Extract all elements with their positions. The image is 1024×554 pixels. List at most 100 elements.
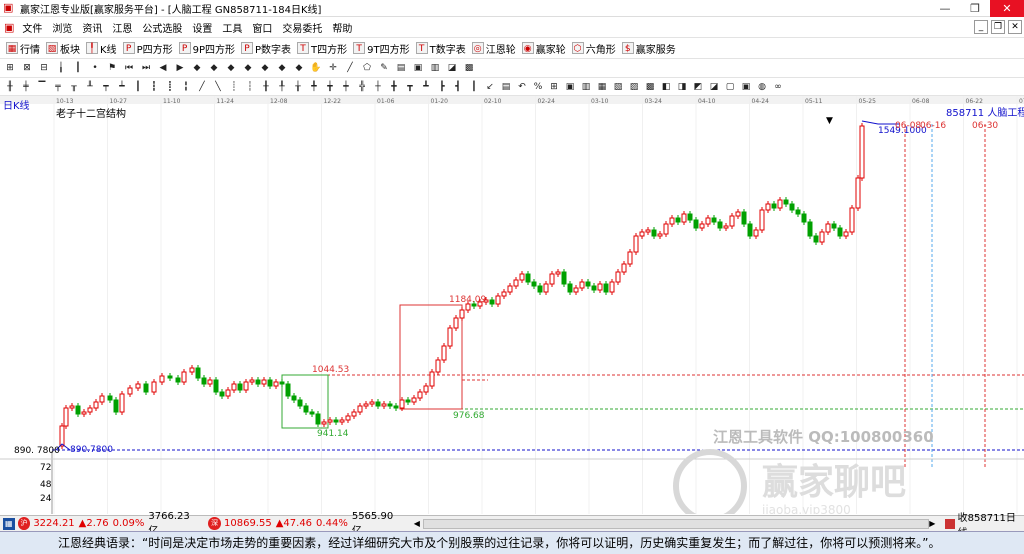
menu-info[interactable]: 资讯 (77, 20, 107, 35)
toolbar3-icon-30[interactable]: ┃ (468, 80, 480, 94)
cross-tool-icon[interactable]: ✛ (327, 61, 339, 75)
toolbar3-icon-16[interactable]: ┆ (244, 80, 256, 94)
toolbar3-icon-1[interactable]: ╫ (4, 80, 16, 94)
toolbar3-icon-18[interactable]: ╀ (276, 80, 288, 94)
toolbar3-icon-44[interactable]: ◩ (692, 80, 704, 94)
tool-winner-wheel[interactable]: ◉ 赢家轮 (521, 41, 566, 56)
toolbar3-icon-7[interactable]: ┯ (100, 80, 112, 94)
toolbar3-icon-21[interactable]: ╈ (324, 80, 336, 94)
menu-gann[interactable]: 江恩 (107, 20, 137, 35)
menu-window[interactable]: 窗口 (247, 20, 277, 35)
tool-sector[interactable]: ▧ 板块 (46, 41, 80, 56)
next-icon[interactable]: ⏭ (140, 61, 152, 75)
menu-browse[interactable]: 浏览 (47, 20, 77, 35)
diamond-tool-icon-3[interactable]: ◆ (225, 61, 237, 75)
toolbar3-icon-23[interactable]: ╬ (356, 80, 368, 94)
flag-tool-icon[interactable]: ⚑ (106, 61, 118, 75)
toolbar3-icon-19[interactable]: ╁ (292, 80, 304, 94)
dropdown-arrow-icon[interactable]: ▼ (826, 116, 833, 126)
toolbar3-icon-10[interactable]: ┇ (148, 80, 160, 94)
diamond-tool-icon-7[interactable]: ◆ (293, 61, 305, 75)
diamond-tool-icon-5[interactable]: ◆ (259, 61, 271, 75)
toolbar3-icon-37[interactable]: ▥ (580, 80, 592, 94)
hand-tool-icon[interactable]: ✋ (310, 61, 322, 75)
toolbar3-icon-15[interactable]: ┊ (228, 80, 240, 94)
dot-tool-icon[interactable]: • (89, 61, 101, 75)
color-icon[interactable]: ◪ (446, 61, 458, 75)
calc-tool-icon[interactable]: ⊟ (38, 61, 50, 75)
kline-chart[interactable]: 10-13 10-27 11-10 11-24 12-08 12-22 01-06 01-20… (0, 96, 1024, 523)
toolbar3-icon-39[interactable]: ▧ (612, 80, 624, 94)
toolbar3-icon-24[interactable]: ┼ (372, 80, 384, 94)
toolbar3-icon-46[interactable]: ▢ (724, 80, 736, 94)
menu-formula[interactable]: 公式选股 (137, 20, 187, 35)
toolbar3-icon-8[interactable]: ┷ (116, 80, 128, 94)
menu-file[interactable]: 文件 (17, 20, 47, 35)
right-icon[interactable]: ▶ (174, 61, 186, 75)
toolbar3-icon-9[interactable]: ┃ (132, 80, 144, 94)
tool-kline[interactable]: ╿ K线 (86, 41, 117, 56)
toolbar3-icon-27[interactable]: ┻ (420, 80, 432, 94)
tool-p-table[interactable]: P P数字表 (241, 41, 291, 56)
zoom-tool-icon[interactable]: ⊠ (21, 61, 33, 75)
toolbar3-icon-14[interactable]: ╲ (212, 80, 224, 94)
toolbar3-icon-38[interactable]: ▦ (596, 80, 608, 94)
toolbar3-icon-6[interactable]: ╨ (84, 80, 96, 94)
toolbar3-icon-13[interactable]: ╱ (196, 80, 208, 94)
toolbar3-icon-42[interactable]: ◧ (660, 80, 672, 94)
toolbar3-icon-43[interactable]: ◨ (676, 80, 688, 94)
mdi-restore-button[interactable]: ❐ (991, 20, 1005, 34)
toolbar3-icon-20[interactable]: ╇ (308, 80, 320, 94)
color-wheel-icon[interactable]: ◍ (756, 80, 768, 94)
tool-gann-wheel[interactable]: ◎ 江恩轮 (471, 41, 516, 56)
minimize-button[interactable]: — (930, 0, 960, 17)
tool-9t-square[interactable]: T 9T四方形 (353, 41, 410, 56)
toolbar3-icon-11[interactable]: ┋ (164, 80, 176, 94)
scroll-right-icon[interactable]: ▶ (929, 519, 939, 528)
line-tool-icon[interactable]: ╱ (344, 61, 356, 75)
mdi-close-button[interactable]: ✕ (1008, 20, 1022, 34)
toolbar3-icon-32[interactable]: ▤ (500, 80, 512, 94)
toolbar3-icon-25[interactable]: ╋ (388, 80, 400, 94)
toolbar3-icon-36[interactable]: ▣ (564, 80, 576, 94)
tool-9p-square[interactable]: P 9P四方形 (178, 41, 235, 56)
horizontal-scrollbar[interactable] (423, 518, 930, 529)
toolbar3-icon-22[interactable]: ┿ (340, 80, 352, 94)
toolbar3-icon-35[interactable]: ⊞ (548, 80, 560, 94)
toolbar3-icon-26[interactable]: ┳ (404, 80, 416, 94)
first-icon[interactable]: ⏮ (123, 61, 135, 75)
toolbar3-icon-3[interactable]: ▔ (36, 80, 48, 94)
tool-hexagon[interactable]: ⬡ 六角形 (571, 41, 616, 56)
menu-help[interactable]: 帮助 (327, 20, 357, 35)
left-icon[interactable]: ◀ (157, 61, 169, 75)
toolbar3-icon-28[interactable]: ┣ (436, 80, 448, 94)
toolbar3-icon-12[interactable]: ╏ (180, 80, 192, 94)
cursor-tool-icon[interactable]: ⊞ (4, 61, 16, 75)
toolbar3-icon-41[interactable]: ▩ (644, 80, 656, 94)
tool-t-table[interactable]: T T数字表 (415, 41, 466, 56)
save-icon[interactable]: ▣ (412, 61, 424, 75)
menu-tools[interactable]: 工具 (217, 20, 247, 35)
tool-p-square[interactable]: P P四方形 (122, 41, 173, 56)
menu-settings[interactable]: 设置 (187, 20, 217, 35)
toolbar3-icon-40[interactable]: ▨ (628, 80, 640, 94)
diamond-tool-icon-4[interactable]: ◆ (242, 61, 254, 75)
toolbar3-icon-2[interactable]: ╪ (20, 80, 32, 94)
toolbar3-icon-31[interactable]: ↙ (484, 80, 496, 94)
menu-trade[interactable]: 交易委托 (277, 20, 327, 35)
close-button[interactable]: ✕ (990, 0, 1024, 17)
diamond-tool-icon[interactable]: ◆ (191, 61, 203, 75)
diamond-tool-icon-6[interactable]: ◆ (276, 61, 288, 75)
pen-tool-icon[interactable]: ✎ (378, 61, 390, 75)
toolbar3-icon-34[interactable]: % (532, 80, 544, 94)
tool-service[interactable]: $ 赢家服务 (621, 41, 676, 56)
restore-button[interactable]: ❐ (960, 0, 990, 17)
toolbar3-icon-17[interactable]: ╂ (260, 80, 272, 94)
candle-tool-icon[interactable]: ╽ (55, 61, 67, 75)
toolbar3-icon-4[interactable]: ╤ (52, 80, 64, 94)
book-icon[interactable]: ▤ (395, 61, 407, 75)
scroll-left-icon[interactable]: ◀ (414, 519, 424, 528)
toolbar3-icon-5[interactable]: ╥ (68, 80, 80, 94)
toolbar3-icon-47[interactable]: ▣ (740, 80, 752, 94)
grid-tool-icon[interactable]: ▩ (463, 61, 475, 75)
